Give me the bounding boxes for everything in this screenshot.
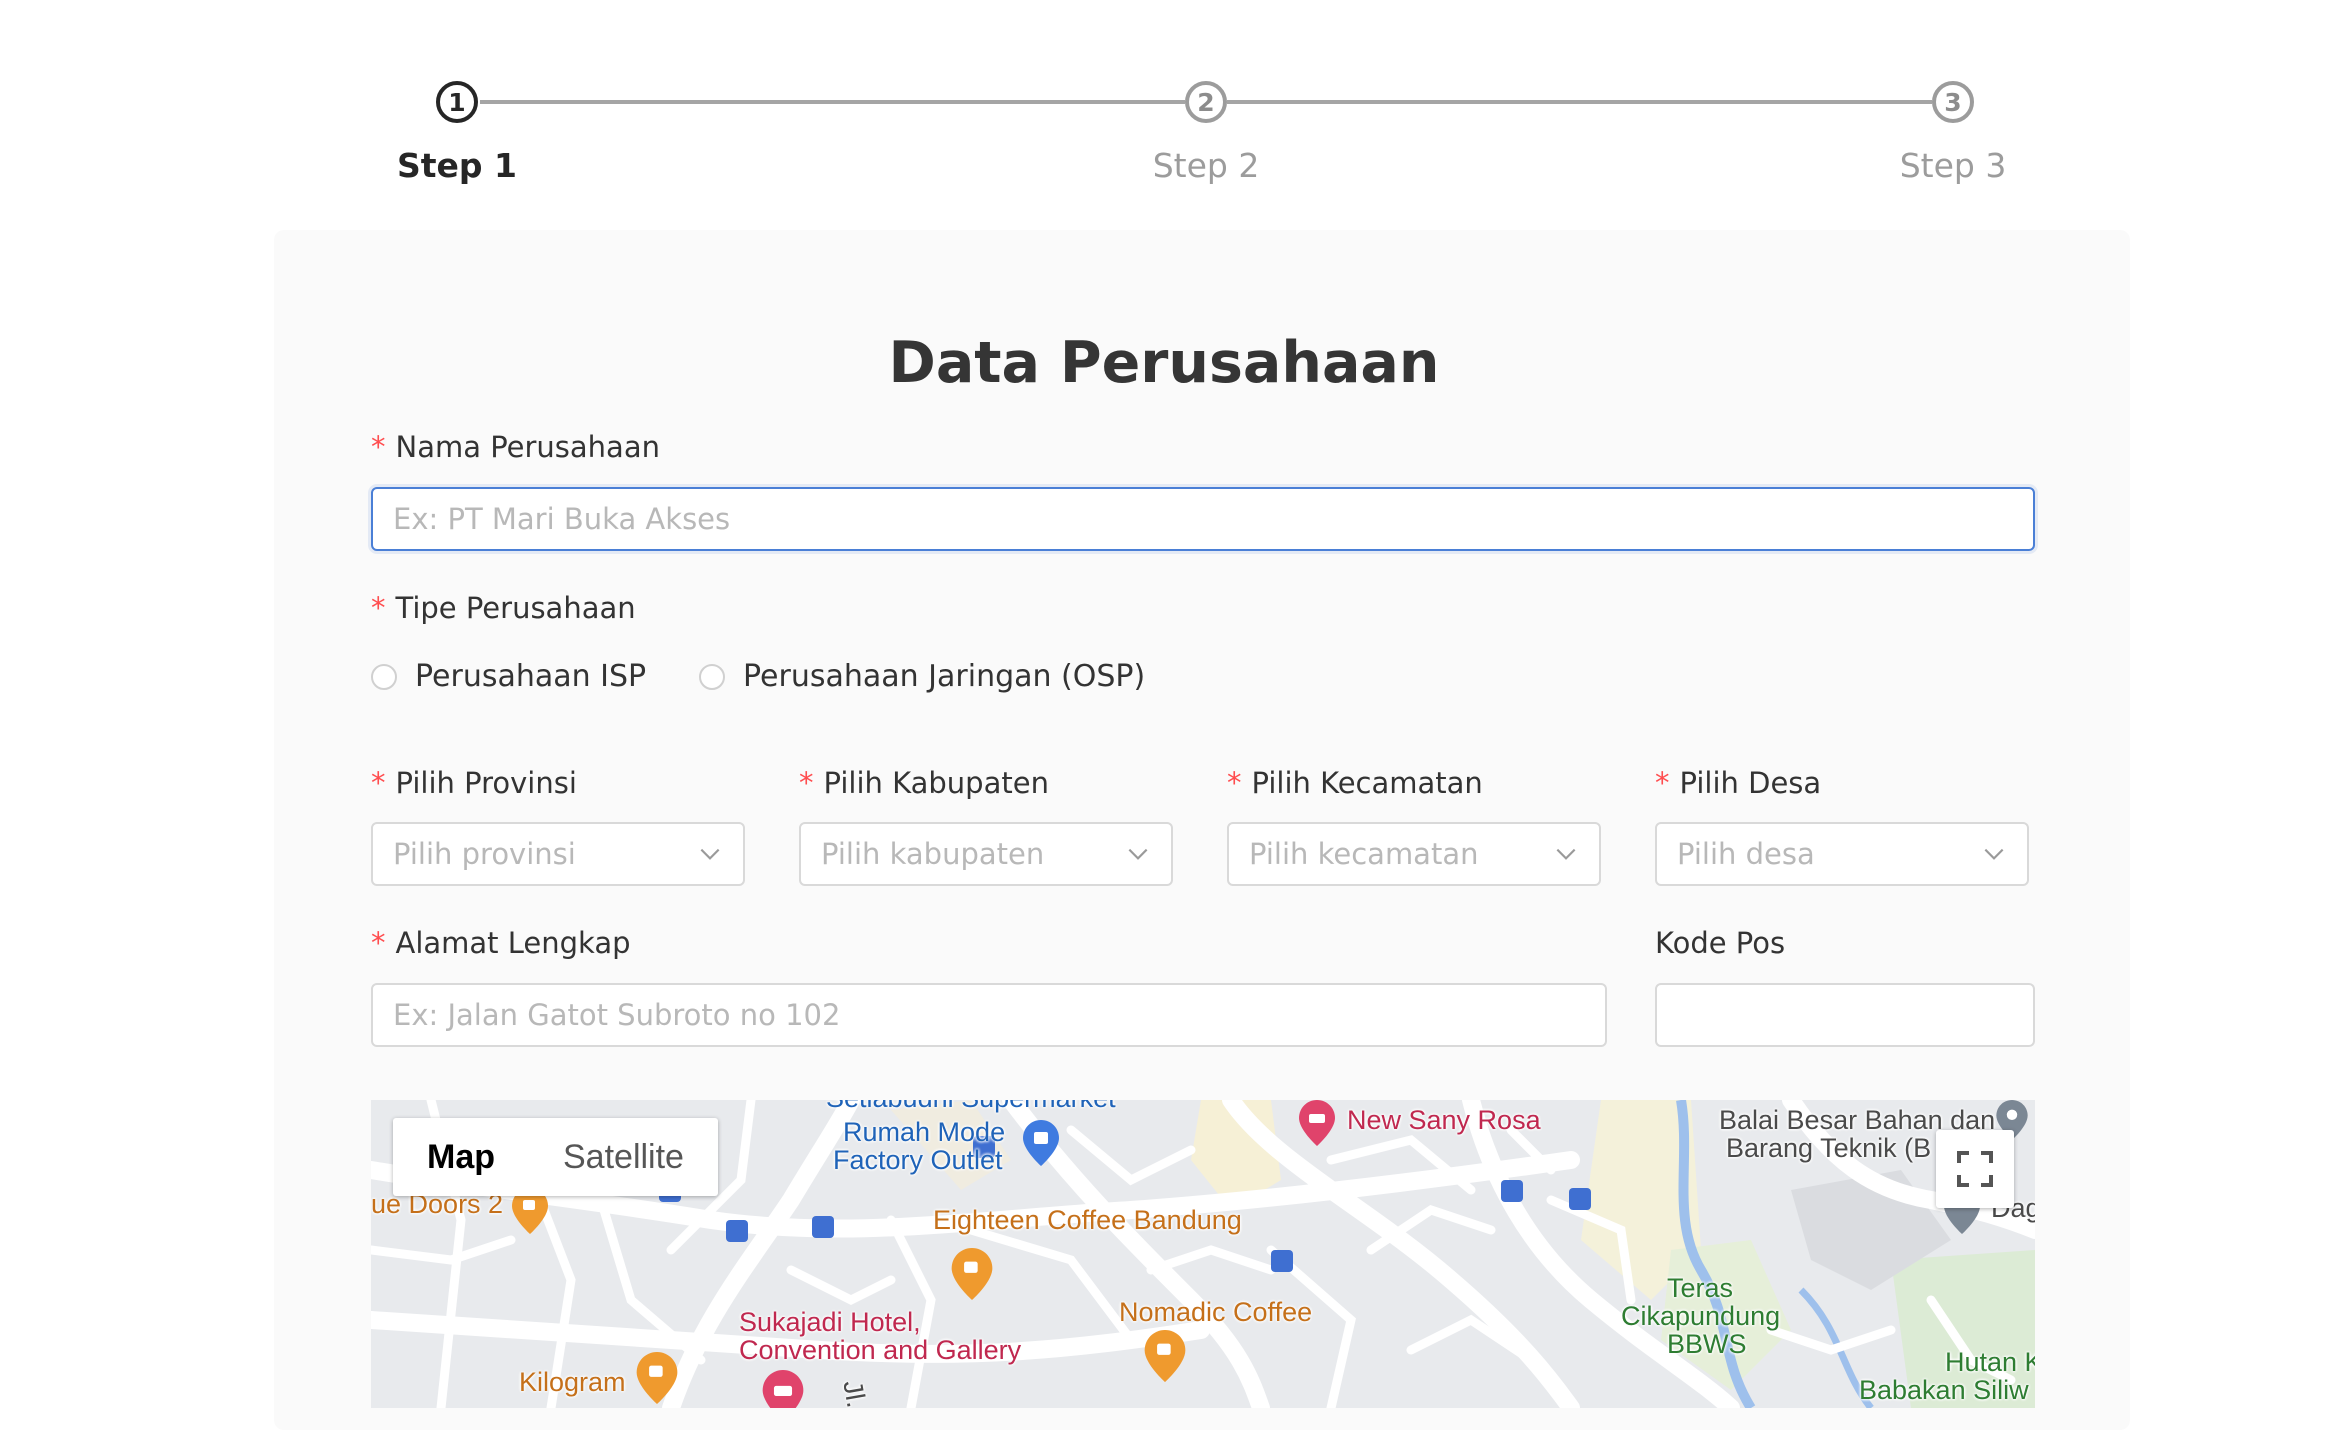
radio-osp-circle[interactable] — [699, 663, 725, 690]
map-label-sukajadi-1: Sukajadi Hotel, — [739, 1307, 921, 1337]
shopping-pin-icon[interactable] — [1023, 1120, 1059, 1166]
map-label-teras: Teras — [1667, 1273, 1734, 1303]
cafe-pin-icon[interactable] — [636, 1352, 678, 1404]
step-connector-2 — [1227, 100, 1932, 104]
radio-isp-label: Perusahaan ISP — [415, 659, 647, 694]
map-label-rumah-mode: Rumah Mode — [843, 1117, 1006, 1147]
required-mark: * — [371, 591, 386, 625]
map-label-balai-2: Barang Teknik (B — [1726, 1133, 1932, 1163]
regency-label: * Pilih Kabupaten — [799, 766, 1049, 800]
fullscreen-button[interactable] — [1936, 1130, 2014, 1208]
stepper: 1 2 3 Step 1 Step 2 Step 3 — [0, 0, 2328, 210]
map-label-new-sany-rosa: New Sany Rosa — [1347, 1105, 1541, 1135]
radio-osp[interactable]: Perusahaan Jaringan (OSP) — [699, 659, 1145, 694]
chevron-down-icon — [1984, 848, 2004, 860]
company-type-label: * Tipe Perusahaan — [371, 591, 636, 625]
village-label: * Pilih Desa — [1655, 766, 1822, 800]
step-3-indicator[interactable]: 3 — [1932, 81, 1974, 123]
province-label: * Pilih Provinsi — [371, 766, 577, 800]
map-label-hutan: Hutan K — [1945, 1347, 2035, 1377]
step-1-label: Step 1 — [397, 146, 517, 185]
map-type-satellite-button[interactable]: Satellite — [529, 1118, 718, 1196]
map-label-eighteen-coffee: Eighteen Coffee Bandung — [933, 1205, 1242, 1235]
required-mark: * — [799, 766, 814, 800]
hotel-pin-icon[interactable] — [1299, 1100, 1335, 1146]
map-label-factory-outlet: Factory Outlet — [833, 1145, 1003, 1175]
chevron-down-icon — [1128, 848, 1148, 860]
hotel-pin-icon[interactable] — [762, 1370, 804, 1408]
province-select[interactable]: Pilih provinsi — [371, 822, 745, 886]
address-input[interactable] — [371, 983, 1607, 1047]
postal-code-label: Kode Pos — [1655, 926, 1786, 960]
map-label-babakan: Babakan Siliw — [1859, 1375, 2029, 1405]
required-mark: * — [371, 926, 386, 960]
map-label-nomadic-coffee: Nomadic Coffee — [1119, 1297, 1313, 1327]
map-type-map-button[interactable]: Map — [393, 1118, 529, 1196]
company-name-label: * Nama Perusahaan — [371, 430, 660, 464]
cafe-pin-icon[interactable] — [951, 1248, 993, 1300]
required-mark: * — [1227, 766, 1242, 800]
chevron-down-icon — [1556, 848, 1576, 860]
map-label-setiabudi: Setiabudhi Supermarket — [826, 1100, 1116, 1112]
page-title: Data Perusahaan — [888, 330, 1440, 396]
map-label-cikapundung: Cikapundung — [1621, 1301, 1781, 1331]
map-label-bbws: BBWS — [1667, 1329, 1747, 1359]
regency-select-placeholder: Pilih kabupaten — [821, 837, 1045, 871]
district-select-placeholder: Pilih kecamatan — [1249, 837, 1479, 871]
map-label-jl: Jl. — [837, 1378, 872, 1408]
regency-select[interactable]: Pilih kabupaten — [799, 822, 1173, 886]
address-label: * Alamat Lengkap — [371, 926, 631, 960]
cafe-pin-icon[interactable] — [1144, 1330, 1186, 1382]
postal-code-input[interactable] — [1655, 983, 2035, 1047]
village-select[interactable]: Pilih desa — [1655, 822, 2029, 886]
radio-osp-label: Perusahaan Jaringan (OSP) — [743, 659, 1146, 694]
required-mark: * — [371, 766, 386, 800]
district-select[interactable]: Pilih kecamatan — [1227, 822, 1601, 886]
radio-isp[interactable]: Perusahaan ISP — [371, 659, 646, 694]
district-label: * Pilih Kecamatan — [1227, 766, 1483, 800]
location-map[interactable]: Setiabudhi Supermarket Rumah Mode Factor… — [371, 1100, 2035, 1408]
required-mark: * — [371, 430, 386, 464]
map-label-kilogram: Kilogram — [519, 1367, 626, 1397]
step-1-indicator[interactable]: 1 — [436, 81, 478, 123]
map-type-control: Map Satellite — [393, 1118, 718, 1196]
village-select-placeholder: Pilih desa — [1677, 837, 1815, 871]
step-connector-1 — [480, 100, 1185, 104]
step-2-indicator[interactable]: 2 — [1185, 81, 1227, 123]
step-2-label: Step 2 — [1152, 146, 1260, 185]
radio-isp-circle[interactable] — [371, 663, 397, 690]
fullscreen-icon — [1957, 1151, 1993, 1187]
step-3-label: Step 3 — [1899, 146, 2007, 185]
required-mark: * — [1655, 766, 1670, 800]
company-name-input[interactable] — [371, 487, 2035, 551]
province-select-placeholder: Pilih provinsi — [393, 837, 576, 871]
map-label-sukajadi-2: Convention and Gallery — [739, 1335, 1022, 1365]
chevron-down-icon — [700, 848, 720, 860]
